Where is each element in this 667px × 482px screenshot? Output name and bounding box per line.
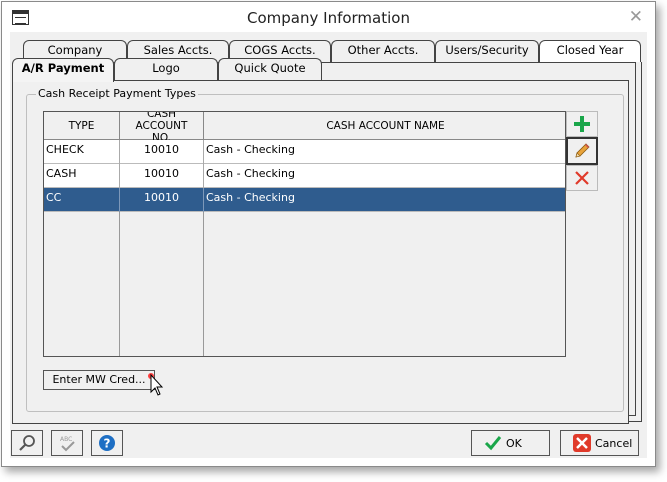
payment-types-grid: TYPE CASH ACCOUNT NO. CASH ACCOUNT NAME … [43,111,566,357]
table-row-selected[interactable]: CC 10010 Cash - Checking [44,188,565,212]
help-button[interactable]: ? [91,430,123,456]
tab-quick-quote[interactable]: Quick Quote [218,58,322,80]
cell-account-name: Cash - Checking [206,143,295,156]
ok-label: OK [506,436,522,450]
delete-button[interactable] [566,165,598,191]
group-title: Cash Receipt Payment Types [36,87,198,100]
cell-account-no: 10010 [120,140,204,164]
tab-label: Quick Quote [234,61,306,75]
checkmark-icon [484,436,502,451]
tab-ar-payment[interactable]: A/R Payment [12,58,114,82]
edit-pencil-icon [575,143,590,158]
svg-text:?: ? [104,437,111,451]
tab-label: Sales Accts. [143,43,213,57]
tab-logo[interactable]: Logo [114,58,218,80]
window-title: Company Information [247,9,410,27]
search-icon [19,435,35,451]
tab-label: Users/Security [445,43,529,57]
close-icon[interactable]: ✕ [629,7,643,27]
cell-account-no: 10010 [120,188,204,212]
enter-mw-cred-button[interactable]: Enter MW Cred... [43,370,155,390]
tab-label: Closed Year [556,43,624,57]
spell-check-button[interactable]: ABC [51,430,83,456]
title-bar: Company Information ✕ [2,2,655,32]
table-row[interactable]: CHECK 10010 Cash - Checking [44,140,565,164]
column-header-account-no[interactable]: CASH ACCOUNT NO. [120,112,204,144]
tab-label: COGS Accts. [244,43,316,57]
cell-account-name: Cash - Checking [206,191,295,204]
cancel-x-icon [573,434,591,452]
edit-button[interactable] [566,137,598,165]
tab-other-accts[interactable]: Other Accts. [331,40,435,62]
tab-label: A/R Payment [21,61,105,75]
grid-column-divider [203,212,204,356]
tab-label: Company [47,43,103,57]
mouse-cursor-icon [148,373,164,396]
cell-type: CC [44,188,120,212]
spell-check-icon: ABC [60,436,75,452]
help-icon: ? [99,435,115,451]
grid-column-divider [119,212,120,356]
table-row[interactable]: CASH 10010 Cash - Checking [44,164,565,188]
column-header-type[interactable]: TYPE [44,112,120,140]
grid-header: TYPE CASH ACCOUNT NO. CASH ACCOUNT NAME [44,112,565,144]
tab-label: Logo [152,61,180,75]
ok-button[interactable]: OK [471,430,550,456]
cell-account-no: 10010 [120,164,204,188]
search-button[interactable] [11,430,43,456]
svg-text:ABC: ABC [60,436,72,443]
add-icon [574,116,590,132]
cell-account-name: Cash - Checking [206,167,295,180]
tab-closed-year[interactable]: Closed Year [539,40,641,62]
column-header-account-name[interactable]: CASH ACCOUNT NAME [204,112,565,140]
delete-x-icon [575,171,589,185]
tab-users-security[interactable]: Users/Security [435,40,539,62]
cancel-label: Cancel [595,436,633,450]
add-button[interactable] [566,111,598,137]
cell-type: CASH [44,164,120,188]
cancel-button[interactable]: Cancel [560,430,639,456]
tab-label: Other Accts. [347,43,419,57]
cell-type: CHECK [44,140,120,164]
